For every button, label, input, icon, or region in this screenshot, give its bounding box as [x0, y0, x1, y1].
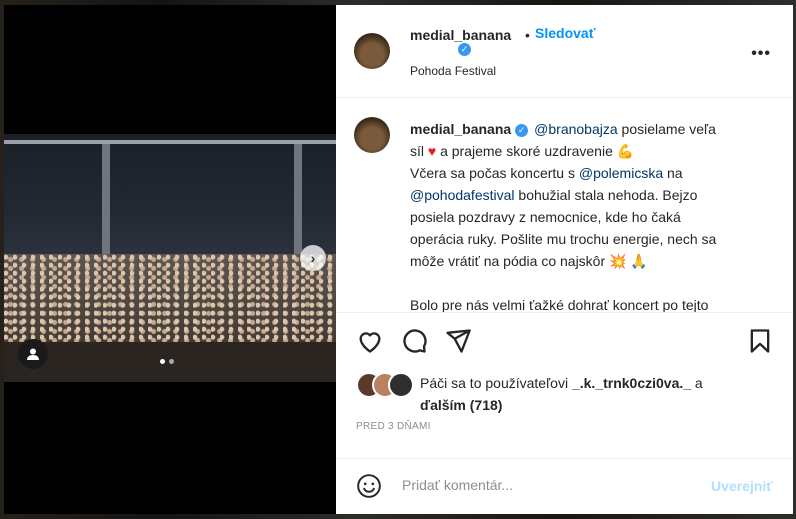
caption-text: medial_banana ✓ @branobajza posielame veľa…	[410, 118, 760, 313]
more-options-icon[interactable]: •••	[751, 45, 771, 63]
mention-link[interactable]: @branobajza	[534, 121, 618, 137]
follow-button[interactable]: Sledovať	[535, 25, 595, 41]
likes-summary: Páči sa to používateľovi _.k._trnk0czi0v…	[356, 372, 776, 416]
liker-username[interactable]: _.k._trnk0czi0va._	[572, 375, 691, 391]
post-comment-button[interactable]: Uverejniť	[711, 478, 773, 494]
heart-emoji-icon: ♥	[427, 143, 437, 159]
action-bar	[336, 323, 793, 365]
caption-username[interactable]: medial_banana	[410, 121, 511, 137]
author-username[interactable]: medial_banana	[410, 27, 511, 43]
caption-segment: posiela pozdravy z nemocnice, kde ho čak…	[410, 209, 681, 225]
comment-icon[interactable]	[400, 327, 428, 355]
comment-input[interactable]	[400, 476, 694, 494]
author-avatar[interactable]	[354, 33, 390, 69]
save-bookmark-icon[interactable]	[746, 327, 774, 355]
separator-dot: •	[525, 27, 530, 43]
mention-link[interactable]: @pohodafestival	[410, 187, 515, 203]
liker-avatars	[356, 372, 414, 398]
caption-segment: Včera sa počas koncertu s	[410, 165, 579, 181]
likes-prefix: Páči sa to používateľovi	[420, 375, 572, 391]
likes-count-link[interactable]: ďalším (718)	[420, 397, 502, 413]
caption-segment: operácia ruky. Pošlite mu trochu energie…	[410, 231, 717, 247]
comment-bar: Uverejniť	[336, 458, 793, 515]
tagged-users-button[interactable]	[18, 339, 48, 369]
caption-segment: Bolo pre nás velmi ťažké dohrať koncert …	[410, 297, 709, 313]
carousel-dot	[169, 359, 174, 364]
likes-text: Páči sa to používateľovi _.k._trnk0czi0v…	[420, 372, 776, 416]
post-media: ›	[4, 5, 336, 514]
location-link[interactable]: Pohoda Festival	[410, 64, 496, 78]
share-icon[interactable]	[444, 327, 472, 355]
next-slide-button[interactable]: ›	[300, 245, 326, 271]
mention-link[interactable]: @polemicska	[579, 165, 663, 181]
caption-segment: na	[663, 165, 683, 181]
liker-avatar	[388, 372, 414, 398]
carousel-dot	[160, 359, 165, 364]
like-heart-icon[interactable]	[356, 327, 384, 355]
post-sidebar: medial_banana ✓ • Sledovať Pohoda Festiv…	[336, 5, 793, 514]
caption-segment: môže vrátiť na pódia co najskôr 💥 🙏	[410, 253, 648, 269]
caption-segment: síl	[410, 143, 428, 159]
user-icon	[27, 348, 39, 360]
post-date[interactable]: PRED 3 DŇAMI	[356, 421, 431, 432]
verified-badge-icon: ✓	[515, 123, 529, 137]
caption-segment: posielame veľa	[617, 121, 716, 137]
caption-author-avatar[interactable]	[354, 117, 390, 153]
verified-badge-icon: ✓	[458, 43, 471, 56]
caption-segment: bohužial stala nehoda. Bejzo	[514, 187, 698, 203]
carousel-indicator	[160, 359, 174, 364]
post-modal: › medial_banana ✓ • Sledovať Pohoda Fest…	[4, 5, 793, 514]
emoji-icon[interactable]	[356, 473, 382, 499]
caption-section: medial_banana ✓ @branobajza posielame veľa…	[336, 98, 793, 313]
caption-segment: a prajeme skoré uzdravenie 💪	[436, 143, 635, 159]
likes-and: a	[691, 375, 703, 391]
post-header: medial_banana ✓ • Sledovať Pohoda Festiv…	[336, 5, 793, 98]
concert-photo	[4, 134, 336, 382]
